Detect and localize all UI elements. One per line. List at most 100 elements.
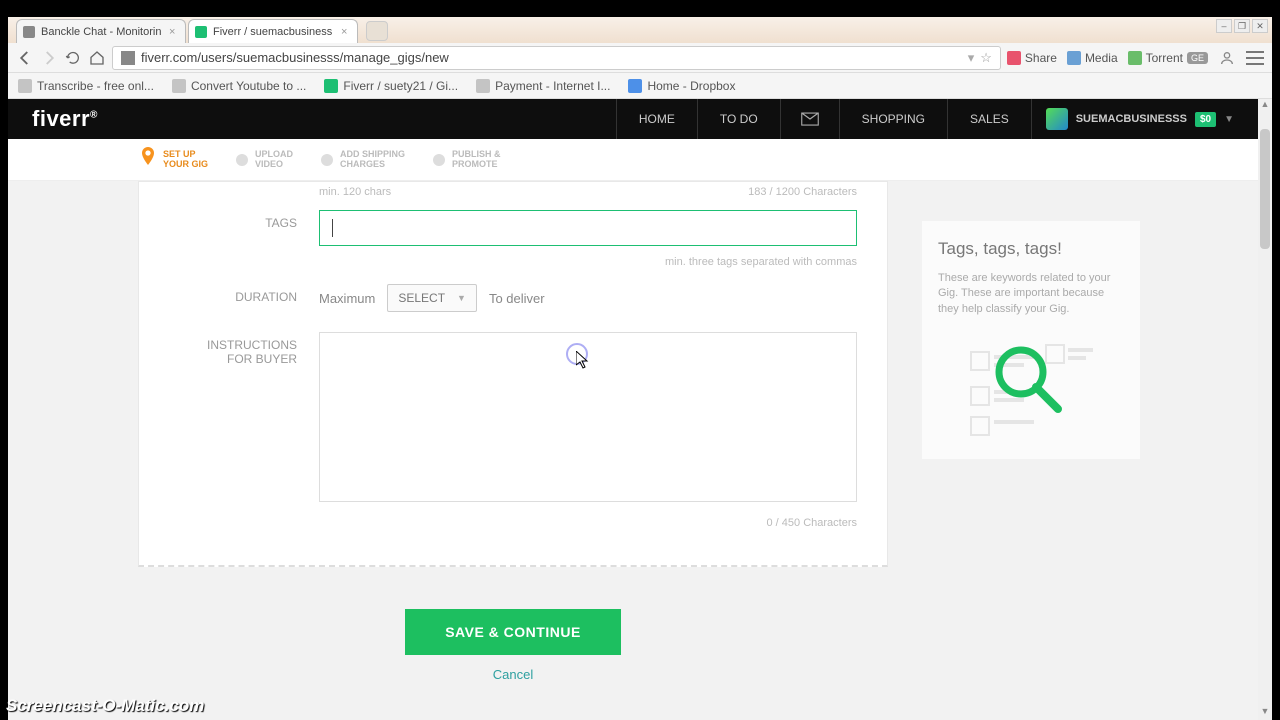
tip-card: Tags, tags, tags! These are keywords rel… [922,221,1140,459]
chevron-down-icon: ▼ [1224,114,1234,125]
text-caret [332,219,333,237]
ext-label: Media [1085,51,1118,65]
maximum-text: Maximum [319,291,375,306]
min-chars-hint: min. 120 chars [319,186,391,198]
reload-button[interactable] [64,49,82,67]
bookmark-icon [18,79,32,93]
to-deliver-text: To deliver [489,291,545,306]
messages-icon[interactable] [780,99,839,139]
site-header: fiverr® HOME TO DO SHOPPING SALES SUEMAC… [8,99,1272,139]
bookmark-label: Transcribe - free onl... [37,79,154,93]
duration-label: DURATION [169,284,319,304]
scroll-down-icon[interactable]: ▼ [1258,706,1272,720]
browser-tab[interactable]: Banckle Chat - Monitorin × [16,19,186,43]
media-extension[interactable]: Media [1067,51,1118,65]
step-setup-gig[interactable]: SET UPYOUR GIG [140,147,208,172]
window-controls: – ❐ ✕ [1216,19,1268,33]
favicon [23,26,35,38]
bookmark-star-icon[interactable]: ☆ [980,50,992,66]
nav-todo[interactable]: TO DO [697,99,780,139]
chevron-down-icon: ▼ [457,293,466,303]
tags-input[interactable] [319,210,857,246]
save-continue-button[interactable]: SAVE & CONTINUE [405,609,621,655]
user-menu[interactable]: SUEMACBUSINESSS $0 ▼ [1031,99,1248,139]
close-icon[interactable]: × [169,26,179,38]
page-content: fiverr® HOME TO DO SHOPPING SALES SUEMAC… [8,99,1272,720]
username: SUEMACBUSINESSS [1076,113,1187,125]
avatar [1046,108,1068,130]
tags-row: TAGS [139,204,887,252]
magnifier-icon [938,337,1124,437]
instructions-row: INSTRUCTIONSFOR BUYER [139,326,887,513]
gig-steps: SET UPYOUR GIG UPLOADVIDEO ADD SHIPPINGC… [8,139,1272,181]
bookmark-label: Home - Dropbox [647,79,735,93]
step-label: PUBLISH &PROMOTE [452,150,501,170]
description-hint-row: min. 120 chars 183 / 1200 Characters [139,182,887,204]
instructions-textarea[interactable] [319,332,857,502]
cancel-button[interactable]: Cancel [493,667,533,682]
balance-badge: $0 [1195,112,1216,127]
char-counter: 183 / 1200 Characters [748,186,857,198]
select-value: SELECT [398,291,445,305]
media-icon [1067,51,1081,65]
bookmark-icon [324,79,338,93]
tab-strip: Banckle Chat - Monitorin × Fiverr / suem… [8,17,1272,43]
tip-text: These are keywords related to your Gig. … [938,271,1124,317]
tip-title: Tags, tags, tags! [938,239,1124,259]
close-icon[interactable]: × [341,26,351,38]
step-label: UPLOADVIDEO [255,150,293,170]
bookmark-icon [172,79,186,93]
favicon [195,26,207,38]
step-circle-icon [433,154,445,166]
torrent-extension[interactable]: Torrent GE [1128,51,1208,65]
nav-sales[interactable]: SALES [947,99,1031,139]
bookmark-item[interactable]: Convert Youtube to ... [172,79,306,93]
nav-home[interactable]: HOME [616,99,697,139]
step-circle-icon [321,154,333,166]
step-label: SET UPYOUR GIG [163,150,208,170]
step-upload-video[interactable]: UPLOADVIDEO [236,150,293,170]
bookmark-item[interactable]: Transcribe - free onl... [18,79,154,93]
badge: GE [1187,52,1208,64]
torrent-icon [1128,51,1142,65]
forward-button[interactable] [40,49,58,67]
url-input[interactable]: fiverr.com/users/suemacbusinesss/manage_… [112,46,1001,70]
scrollbar[interactable]: ▲ ▼ [1258,99,1272,720]
instructions-counter: 0 / 450 Characters [139,513,887,539]
ext-label: Torrent [1146,51,1183,65]
bookmark-bar: Transcribe - free onl... Convert Youtube… [8,73,1272,99]
bookmark-label: Payment - Internet I... [495,79,610,93]
nav-shopping[interactable]: SHOPPING [839,99,947,139]
step-publish[interactable]: PUBLISH &PROMOTE [433,150,501,170]
dropdown-caret-icon[interactable]: ▾ [968,50,975,66]
back-button[interactable] [16,49,34,67]
maximize-button[interactable]: ❐ [1234,19,1250,33]
bookmark-label: Convert Youtube to ... [191,79,306,93]
bookmark-item[interactable]: Payment - Internet I... [476,79,610,93]
tab-title: Fiverr / suemacbusiness [213,26,337,38]
heart-icon [1007,51,1021,65]
new-tab-button[interactable] [366,21,388,41]
bookmark-item[interactable]: Home - Dropbox [628,79,735,93]
browser-tab-active[interactable]: Fiverr / suemacbusiness × [188,19,358,43]
tags-hint: min. three tags separated with commas [139,252,887,278]
profile-icon[interactable] [1218,49,1236,67]
logo[interactable]: fiverr® [32,106,98,132]
minimize-button[interactable]: – [1216,19,1232,33]
bookmark-item[interactable]: Fiverr / suety21 / Gi... [324,79,458,93]
scroll-up-icon[interactable]: ▲ [1258,99,1272,113]
extensions: Share Media Torrent GE [1007,49,1264,67]
close-window-button[interactable]: ✕ [1252,19,1268,33]
step-shipping[interactable]: ADD SHIPPINGCHARGES [321,150,405,170]
bookmark-label: Fiverr / suety21 / Gi... [343,79,458,93]
form-area: min. 120 chars 183 / 1200 Characters TAG… [8,181,1272,191]
bookmark-icon [628,79,642,93]
url-bar: fiverr.com/users/suemacbusinesss/manage_… [8,43,1272,73]
share-extension[interactable]: Share [1007,51,1057,65]
scroll-thumb[interactable] [1260,129,1270,249]
home-button[interactable] [88,49,106,67]
button-row: SAVE & CONTINUE Cancel [138,609,888,682]
hamburger-menu-icon[interactable] [1246,51,1264,65]
duration-select[interactable]: SELECT ▼ [387,284,477,312]
pin-icon [140,147,156,172]
